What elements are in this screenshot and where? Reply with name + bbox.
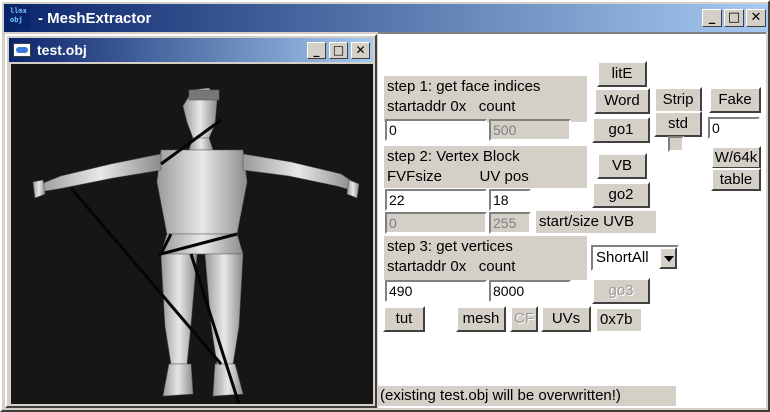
main-titlebar[interactable]: ll⊗x obj - MeshExtractor _ □ ✕ (4, 4, 768, 32)
step2-fvfsize-label: FVFsize (387, 168, 443, 185)
child-close-button[interactable]: ✕ (351, 42, 370, 59)
app-title-name: MeshExtractor (47, 9, 152, 27)
step2-panel: step 2: Vertex Block FVFsize UV pos (384, 146, 587, 188)
app-title: - MeshExtractor (38, 10, 151, 27)
step1-startaddr-input[interactable]: 0 (385, 119, 487, 141)
vb-button[interactable]: VB (597, 153, 647, 179)
uvpos-input[interactable]: 18 (489, 189, 531, 211)
step3-panel: step 3: get vertices startaddr 0x count (384, 236, 587, 280)
uvb-start-input[interactable]: 0 (385, 212, 487, 234)
cf-button[interactable]: CF (510, 306, 538, 332)
child-minimize-button[interactable]: _ (307, 42, 326, 59)
fake-button[interactable]: Fake (709, 87, 761, 113)
side-value-input[interactable]: 0 (708, 117, 760, 139)
go3-button[interactable]: go3 (592, 278, 650, 304)
child-window-test-obj: test.obj _ □ ✕ (5, 34, 377, 408)
mesh-button[interactable]: mesh (456, 306, 506, 332)
go1-button[interactable]: go1 (592, 117, 650, 143)
word-button[interactable]: Word (594, 88, 650, 114)
step1-heading: step 1: get face indices (387, 78, 541, 95)
fvfsize-input[interactable]: 22 (385, 189, 487, 211)
window-icon (13, 43, 31, 57)
mesh-render (32, 87, 360, 404)
w64k-button[interactable]: W/64k (711, 146, 761, 169)
step3-count-input[interactable]: 8000 (489, 280, 571, 302)
table-button[interactable]: table (711, 168, 761, 191)
character-mesh (32, 87, 360, 397)
minimize-button[interactable]: _ (702, 9, 722, 27)
step1-startaddr-label: startaddr 0x (387, 98, 467, 115)
uvs-button[interactable]: UVs (541, 306, 591, 332)
mode-select-value: ShortAll (596, 249, 649, 266)
step2-heading: step 2: Vertex Block (387, 148, 520, 165)
tut-button[interactable]: tut (383, 306, 425, 332)
step1-panel: step 1: get face indices startaddr 0x co… (384, 76, 587, 122)
step3-startaddr-label: startaddr 0x (387, 258, 467, 275)
chevron-down-icon[interactable] (659, 247, 677, 269)
uvb-size-input[interactable]: 255 (489, 212, 531, 234)
step3-count-label: count (478, 258, 516, 275)
3d-viewport[interactable] (11, 64, 373, 404)
start-size-uvb-label: start/size UVB (536, 211, 656, 233)
go2-button[interactable]: go2 (592, 182, 650, 208)
child-maximize-button[interactable]: □ (329, 42, 348, 59)
maximize-button[interactable]: □ (724, 9, 744, 27)
child-titlebar[interactable]: test.obj _ □ ✕ (9, 38, 373, 62)
step3-labels: startaddr 0x count (387, 257, 584, 277)
overwrite-warning: (existing test.obj will be overwritten!) (378, 386, 676, 406)
lite-button[interactable]: litE (597, 61, 647, 87)
step3-heading: step 3: get vertices (387, 238, 513, 255)
std-checkbox[interactable] (668, 136, 684, 152)
step1-count-label: count (478, 98, 516, 115)
std-button[interactable]: std (654, 111, 702, 137)
step2-uvpos-label: UV pos (479, 168, 529, 185)
step1-count-input[interactable]: 500 (489, 119, 571, 141)
step1-labels: startaddr 0x count (387, 97, 584, 117)
strip-button[interactable]: Strip (654, 87, 702, 113)
child-title: test.obj (37, 42, 87, 58)
app-title-prefix: - (38, 9, 48, 27)
step2-labels: FVFsize UV pos (387, 167, 584, 187)
app-icon: ll⊗x obj (8, 7, 30, 29)
step3-startaddr-input[interactable]: 490 (385, 280, 487, 302)
hex-readout: 0x7b (597, 309, 641, 331)
close-button[interactable]: ✕ (746, 9, 766, 27)
mode-select[interactable]: ShortAll (591, 245, 679, 271)
